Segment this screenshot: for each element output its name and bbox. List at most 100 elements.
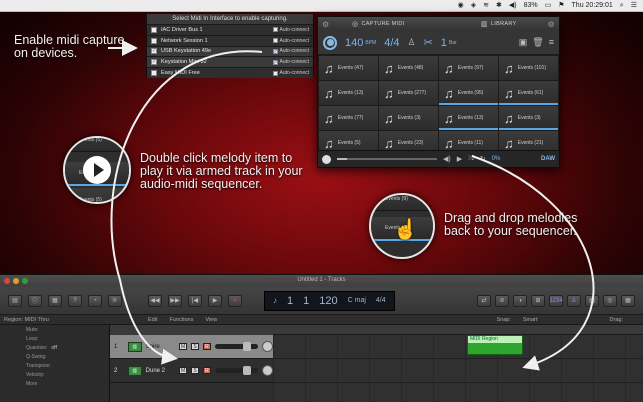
bpm-value[interactable]: 140 <box>345 37 363 49</box>
scissors-icon[interactable]: ✂ <box>424 36 433 49</box>
play-icon[interactable]: ▶ <box>457 155 462 163</box>
view-menu[interactable]: View <box>205 317 217 323</box>
save-icon[interactable]: ▣ <box>519 37 528 48</box>
loop-icon[interactable]: ↻ <box>480 155 486 163</box>
toolbar-button[interactable]: ▦ <box>48 294 62 307</box>
track-header[interactable]: 2 ▥ Dune 2MSR <box>110 359 274 383</box>
volume-fader[interactable] <box>214 342 259 351</box>
device-row[interactable]: Easy MIDI Free Auto-connect <box>147 67 313 78</box>
device-row[interactable]: IAC Driver Bus 1 Auto-connect <box>147 24 313 35</box>
count-in-button[interactable]: 1234 <box>549 294 563 307</box>
auto-connect-checkbox[interactable] <box>272 38 278 44</box>
flag-icon[interactable]: ⚑ <box>558 2 564 9</box>
event-item[interactable]: ♫ Events (48) <box>379 56 438 80</box>
evernote-icon[interactable]: ◉ <box>458 2 464 9</box>
inspector-row[interactable]: Q-Swing: <box>0 352 109 361</box>
forward-button[interactable]: ▶▶ <box>168 294 182 307</box>
mixer-button[interactable]: ⊪ <box>108 294 122 307</box>
tab-capture-midi[interactable]: ⚙ ◎ CAPTURE MIDI <box>318 17 439 31</box>
menu-icon[interactable]: ≡ <box>549 37 554 48</box>
inspector-row[interactable]: Transpose: <box>0 361 109 370</box>
auto-connect[interactable]: Auto-connect <box>272 27 309 33</box>
lane-2[interactable] <box>273 359 643 383</box>
event-item[interactable]: ♫ Events (101) <box>499 56 558 80</box>
tuner-icon[interactable]: ♪ <box>273 296 277 305</box>
inspector-row[interactable]: Quantize: off <box>0 343 109 352</box>
inspector-row[interactable]: More <box>0 379 109 388</box>
battery-icon[interactable]: ▭ <box>545 2 552 9</box>
metronome-icon[interactable]: ♙ <box>408 37 416 48</box>
help-button[interactable]: ? <box>68 294 82 307</box>
midi-region[interactable]: MIDI Region <box>467 335 523 355</box>
volume-icon[interactable]: ◀) <box>509 2 517 9</box>
event-item[interactable]: ♫ Events (97) <box>439 56 498 80</box>
inspector-button[interactable]: ⓘ <box>28 294 42 307</box>
event-item[interactable]: ♫ Events (13) <box>319 81 378 105</box>
time-signature[interactable]: 4/4 <box>384 37 399 49</box>
auto-connect[interactable]: ✓ Auto-connect <box>272 48 309 54</box>
gear-icon[interactable]: ⚙ <box>322 20 329 29</box>
menubar-clock[interactable]: Thu 20:29:01 <box>572 2 613 9</box>
arrange-area[interactable]: MIDI Region <box>273 325 643 402</box>
auto-connect[interactable]: Auto-connect <box>272 70 309 76</box>
edit-menu[interactable]: Edit <box>148 317 157 323</box>
loops-button[interactable]: ◎ <box>603 294 617 307</box>
wifi-icon[interactable]: ≋ <box>483 2 489 9</box>
pan-knob[interactable] <box>262 341 274 352</box>
device-checkbox[interactable] <box>151 70 157 77</box>
snap-value[interactable]: Smart <box>523 317 538 323</box>
play-button[interactable]: ▶ <box>208 294 222 307</box>
playhead-knob[interactable] <box>322 154 331 164</box>
lcd-display[interactable]: ♪ 1 1 120 C maj 4/4 <box>264 290 395 311</box>
browser-button[interactable]: ▦ <box>621 294 635 307</box>
daw-button[interactable]: DAW <box>541 156 555 162</box>
event-item[interactable]: ♫ Events (47) <box>319 56 378 80</box>
to-start-button[interactable]: |◀ <box>188 294 202 307</box>
play-icon-overlay[interactable] <box>83 156 111 184</box>
record-button-logic[interactable]: ● <box>228 294 242 307</box>
dropbox-icon[interactable]: ◈ <box>471 2 476 9</box>
library-button[interactable]: ▤ <box>8 294 22 307</box>
autopunch-button[interactable]: ◑ <box>513 294 527 307</box>
device-checkbox[interactable]: ✓ <box>151 48 157 55</box>
metronome-button[interactable]: ♙ <box>567 294 581 307</box>
event-item[interactable]: ♫ Events (77) <box>319 106 378 130</box>
track-header[interactable]: 1 ▥ Spire M S R <box>110 335 274 359</box>
auto-connect[interactable]: Auto-connect <box>272 38 309 44</box>
pan-knob[interactable] <box>262 365 274 376</box>
mute-button[interactable]: M <box>179 367 188 374</box>
inspector-row[interactable]: Loop: <box>0 334 109 343</box>
event-item[interactable]: ♫ Events (13) <box>439 106 498 130</box>
inspector-row[interactable]: Mute: <box>0 325 109 334</box>
speaker-icon[interactable]: ◀) <box>443 155 451 163</box>
solo-button[interactable]: ⊞ <box>531 294 545 307</box>
position-slider[interactable] <box>337 158 437 160</box>
search-icon[interactable]: ⌕ <box>620 2 624 9</box>
list-icon[interactable]: ☰ <box>631 2 637 9</box>
device-row[interactable]: Network Session 1 Auto-connect <box>147 34 313 46</box>
functions-menu[interactable]: Functions <box>169 317 193 323</box>
record-arm-button[interactable]: R <box>202 343 211 350</box>
cycle-button[interactable]: ⇄ <box>477 294 491 307</box>
device-checkbox[interactable]: ✓ <box>151 59 157 66</box>
device-row[interactable]: ✓ Keystation Mini 32 ✓ Auto-connect <box>147 56 313 68</box>
rewind-button[interactable]: ◀◀ <box>148 294 162 307</box>
auto-connect-checkbox[interactable]: ✓ <box>272 59 278 65</box>
event-item[interactable]: ♫ Events (3) <box>499 106 558 130</box>
event-item[interactable]: ♫ Events (95) <box>439 81 498 105</box>
auto-connect-checkbox[interactable]: ✓ <box>272 48 278 54</box>
ruler[interactable] <box>273 325 643 335</box>
trash-icon[interactable]: 🗑 <box>532 37 543 48</box>
notepad-button[interactable]: ▤ <box>585 294 599 307</box>
device-row[interactable]: ✓ USB Keystation 49e ✓ Auto-connect <box>147 45 313 57</box>
solo-track-button[interactable]: S <box>191 343 199 350</box>
shuffle-icon[interactable]: ⤮ <box>468 155 474 163</box>
auto-connect[interactable]: ✓ Auto-connect <box>272 59 309 65</box>
auto-connect-checkbox[interactable] <box>272 70 278 76</box>
bars-value[interactable]: 1 <box>441 37 447 49</box>
region-header[interactable]: Region: MIDI Thru <box>4 317 106 323</box>
track-lanes[interactable] <box>273 335 643 402</box>
event-item[interactable]: ♫ Events (3) <box>379 106 438 130</box>
lane-1[interactable] <box>273 335 643 359</box>
device-checkbox[interactable] <box>151 37 157 44</box>
